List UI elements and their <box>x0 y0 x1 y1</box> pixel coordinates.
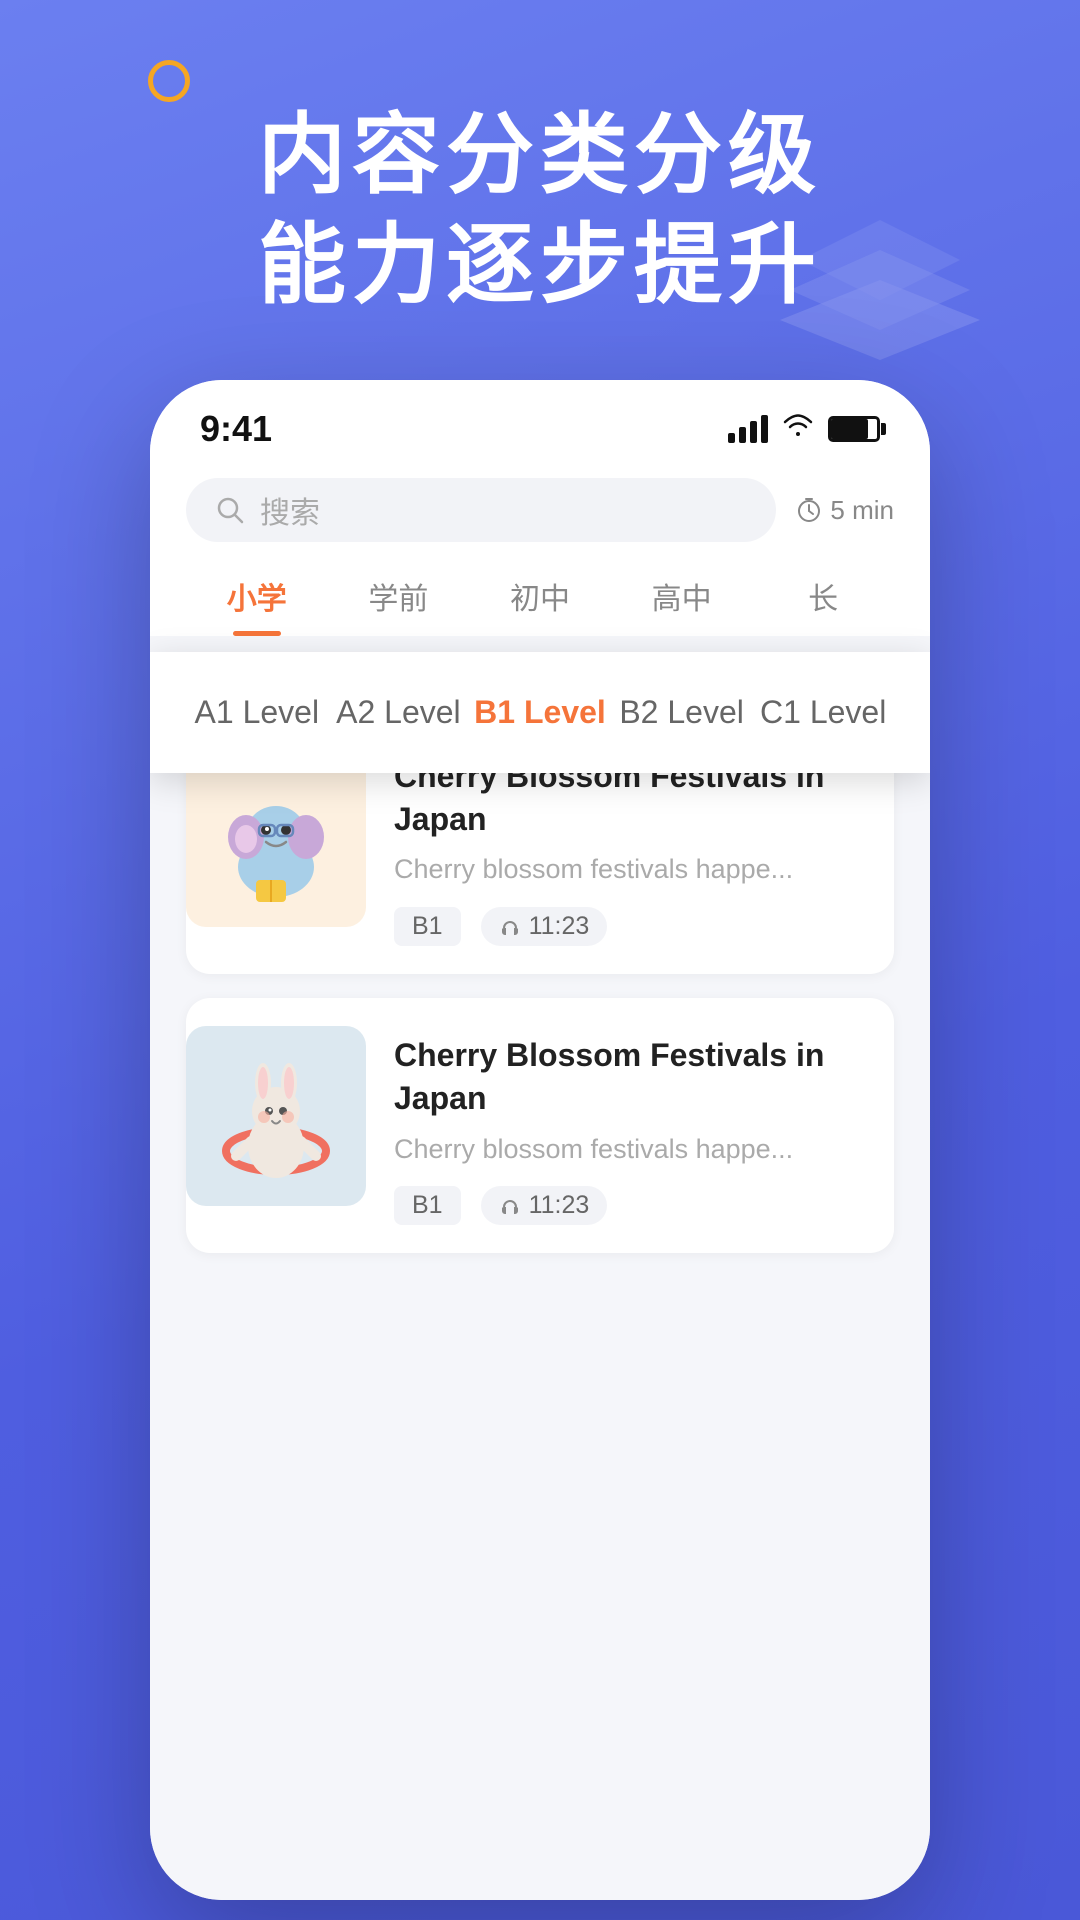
card-body-2: Cherry Blossom Festivals in Japan Cherry… <box>394 1026 866 1225</box>
search-icon <box>214 494 246 526</box>
card-desc-2: Cherry blossom festivals happe... <box>394 1131 866 1169</box>
card-title-2: Cherry Blossom Festivals in Japan <box>394 1034 866 1120</box>
level-badge-2: B1 <box>394 1186 461 1225</box>
timer-label: 5 min <box>830 495 894 526</box>
cat-tab-high[interactable]: 高中 <box>611 558 753 636</box>
page-background: 内容分类分级 能力逐步提升 9:41 <box>0 0 1080 1920</box>
card-desc-1: Cherry blossom festivals happe... <box>394 851 866 889</box>
search-bar[interactable]: 搜索 <box>186 478 776 542</box>
elephant-character <box>201 762 351 912</box>
card-meta-1: B1 11:23 <box>394 907 866 946</box>
orange-dot-decoration <box>148 60 190 102</box>
content-card-2[interactable]: Cherry Blossom Festivals in Japan Cherry… <box>186 998 894 1253</box>
status-time: 9:41 <box>200 408 272 450</box>
level-badge-1: B1 <box>394 907 461 946</box>
card-meta-2: B1 11:23 <box>394 1186 866 1225</box>
cat-tab-primary[interactable]: 小学 <box>186 558 328 636</box>
timer-badge: 5 min <box>796 495 894 526</box>
category-tabs: 小学 学前 初中 高中 长 <box>150 550 930 636</box>
hero-heading: 内容分类分级 能力逐步提升 <box>258 100 822 320</box>
signal-icon <box>728 415 768 443</box>
card-thumb-1 <box>186 747 366 927</box>
floating-level-bar: A1 Level A2 Level B1 Level B2 Level C1 L… <box>150 652 930 773</box>
duration-badge-2: 11:23 <box>481 1186 608 1225</box>
phone-mockup: 9:41 <box>150 380 930 1900</box>
content-area: Cherry Blossom Festivals in Japan Cherry… <box>150 695 930 1900</box>
floating-tab-b1[interactable]: B1 Level <box>469 682 611 743</box>
headphone-icon-1 <box>499 916 521 938</box>
card-thumb-2 <box>186 1026 366 1206</box>
floating-tab-a1[interactable]: A1 Level <box>186 682 328 743</box>
floating-tab-c1[interactable]: C1 Level <box>752 682 894 743</box>
cat-tab-middle[interactable]: 初中 <box>469 558 611 636</box>
hero-line2: 能力逐步提升 <box>258 210 822 320</box>
status-bar: 9:41 <box>150 380 930 462</box>
cat-tab-more[interactable]: 长 <box>752 558 894 636</box>
bunny-character <box>201 1041 351 1191</box>
search-area: 搜索 5 min <box>150 462 930 550</box>
floating-tab-a2[interactable]: A2 Level <box>328 682 470 743</box>
wifi-icon <box>782 413 814 445</box>
battery-icon <box>828 416 880 442</box>
hero-line1: 内容分类分级 <box>258 100 822 210</box>
floating-tab-b2[interactable]: B2 Level <box>611 682 753 743</box>
status-icons <box>728 413 880 445</box>
card-body-1: Cherry Blossom Festivals in Japan Cherry… <box>394 747 866 946</box>
timer-icon <box>796 497 822 523</box>
search-placeholder: 搜索 <box>260 488 320 532</box>
duration-badge-1: 11:23 <box>481 907 608 946</box>
cat-tab-preschool[interactable]: 学前 <box>328 558 470 636</box>
headphone-icon-2 <box>499 1195 521 1217</box>
